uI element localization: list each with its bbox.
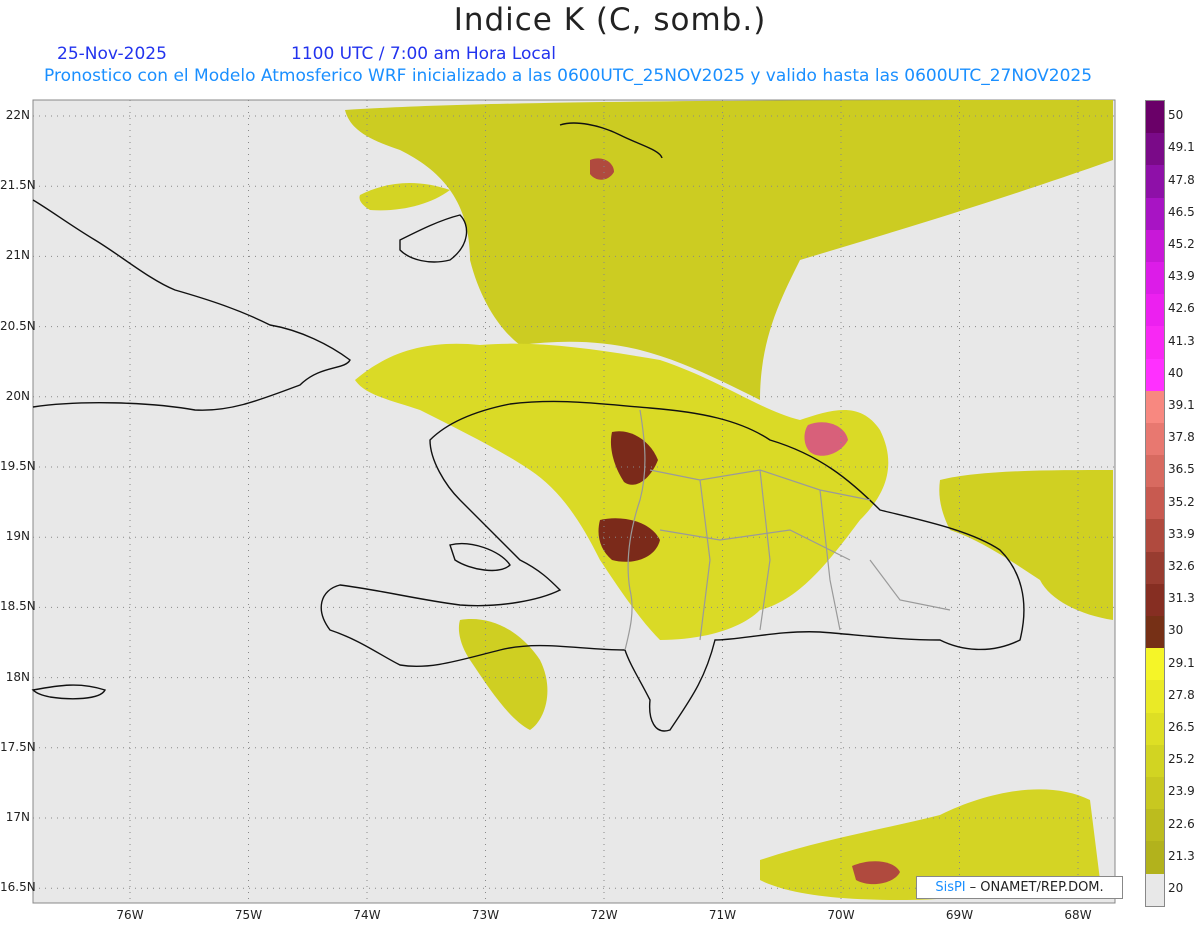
legend-label: 27.8 xyxy=(1168,687,1195,702)
legend-label: 40 xyxy=(1168,365,1184,380)
legend-label: 33.9 xyxy=(1168,526,1195,541)
legend-label: 21.3 xyxy=(1168,848,1195,863)
lat-label: 22N xyxy=(5,108,30,122)
legend-swatch xyxy=(1146,809,1164,842)
legend-swatch xyxy=(1146,326,1164,359)
legend-swatch xyxy=(1146,680,1164,713)
legend-label: 35.2 xyxy=(1168,494,1195,509)
legend-label: 47.8 xyxy=(1168,172,1195,187)
legend-swatch xyxy=(1146,390,1164,423)
lon-label: 73W xyxy=(471,908,500,922)
legend-swatch xyxy=(1146,261,1164,295)
legend-swatch xyxy=(1146,133,1164,166)
legend-swatch xyxy=(1146,776,1164,810)
lon-label: 70W xyxy=(827,908,855,922)
k-index-map xyxy=(31,99,1116,904)
legend-swatch xyxy=(1146,583,1164,616)
credit-box: SisPI – ONAMET/REP.DOM. xyxy=(916,876,1123,899)
lon-label: 74W xyxy=(353,908,381,922)
legend-label: 41.3 xyxy=(1168,333,1195,348)
lon-label: 69W xyxy=(945,908,974,922)
legend-swatch xyxy=(1146,229,1164,262)
legend-swatch xyxy=(1146,519,1164,552)
legend-swatch xyxy=(1146,101,1164,134)
legend-swatch xyxy=(1146,294,1164,327)
lon-label: 76W xyxy=(116,908,144,922)
legend-label: 29.1 xyxy=(1168,655,1195,670)
legend-swatch xyxy=(1146,197,1164,230)
legend-swatch xyxy=(1146,551,1164,584)
legend-swatch xyxy=(1146,841,1164,874)
lon-label: 75W xyxy=(234,908,263,922)
legend-label: 22.6 xyxy=(1168,816,1195,831)
legend-swatch xyxy=(1146,712,1164,745)
lat-label: 17.5N xyxy=(0,739,36,754)
legend-label: 45.2 xyxy=(1168,236,1195,251)
legend-label: 46.5 xyxy=(1168,204,1195,219)
legend-label: 50 xyxy=(1168,108,1184,123)
legend-swatch xyxy=(1146,455,1164,488)
legend-swatch xyxy=(1146,616,1164,649)
lat-label: 18N xyxy=(5,669,30,684)
legend-swatch xyxy=(1146,648,1164,681)
legend-swatch xyxy=(1146,165,1164,198)
legend-label: 20 xyxy=(1168,880,1184,895)
lat-label: 19.5N xyxy=(0,459,36,473)
credit-brand: SisPI xyxy=(935,880,966,895)
lat-label: 20N xyxy=(5,388,30,403)
legend-label: 39.1 xyxy=(1168,397,1195,412)
legend-swatch xyxy=(1146,744,1164,777)
legend-label: 42.6 xyxy=(1168,301,1195,316)
legend-label: 36.5 xyxy=(1168,462,1195,477)
legend-label: 32.6 xyxy=(1168,558,1195,573)
lat-label: 21N xyxy=(5,248,30,263)
legend-label: 49.1 xyxy=(1168,140,1195,155)
credit-text: – ONAMET/REP.DOM. xyxy=(969,880,1104,895)
legend-label: 26.5 xyxy=(1168,719,1195,734)
lat-label: 21.5N xyxy=(0,178,36,193)
lat-label: 18.5N xyxy=(0,599,36,614)
legend-label: 25.2 xyxy=(1168,752,1195,767)
legend-swatch xyxy=(1146,487,1164,520)
lat-label: 20.5N xyxy=(0,318,36,333)
lon-label: 72W xyxy=(590,908,618,922)
color-legend xyxy=(1145,100,1165,907)
legend-label: 23.9 xyxy=(1168,784,1195,799)
legend-swatch xyxy=(1146,422,1164,456)
lat-label: 17N xyxy=(5,810,30,824)
legend-label: 43.9 xyxy=(1168,269,1195,284)
legend-label: 31.3 xyxy=(1168,591,1195,606)
lat-label: 16.5N xyxy=(0,880,36,895)
lat-label: 19N xyxy=(5,529,30,544)
legend-swatch xyxy=(1146,358,1164,391)
legend-label: 30 xyxy=(1168,623,1184,638)
lon-label: 68W xyxy=(1064,908,1092,922)
legend-label: 37.8 xyxy=(1168,430,1195,445)
lon-label: 71W xyxy=(708,908,737,922)
legend-swatch xyxy=(1146,873,1164,906)
